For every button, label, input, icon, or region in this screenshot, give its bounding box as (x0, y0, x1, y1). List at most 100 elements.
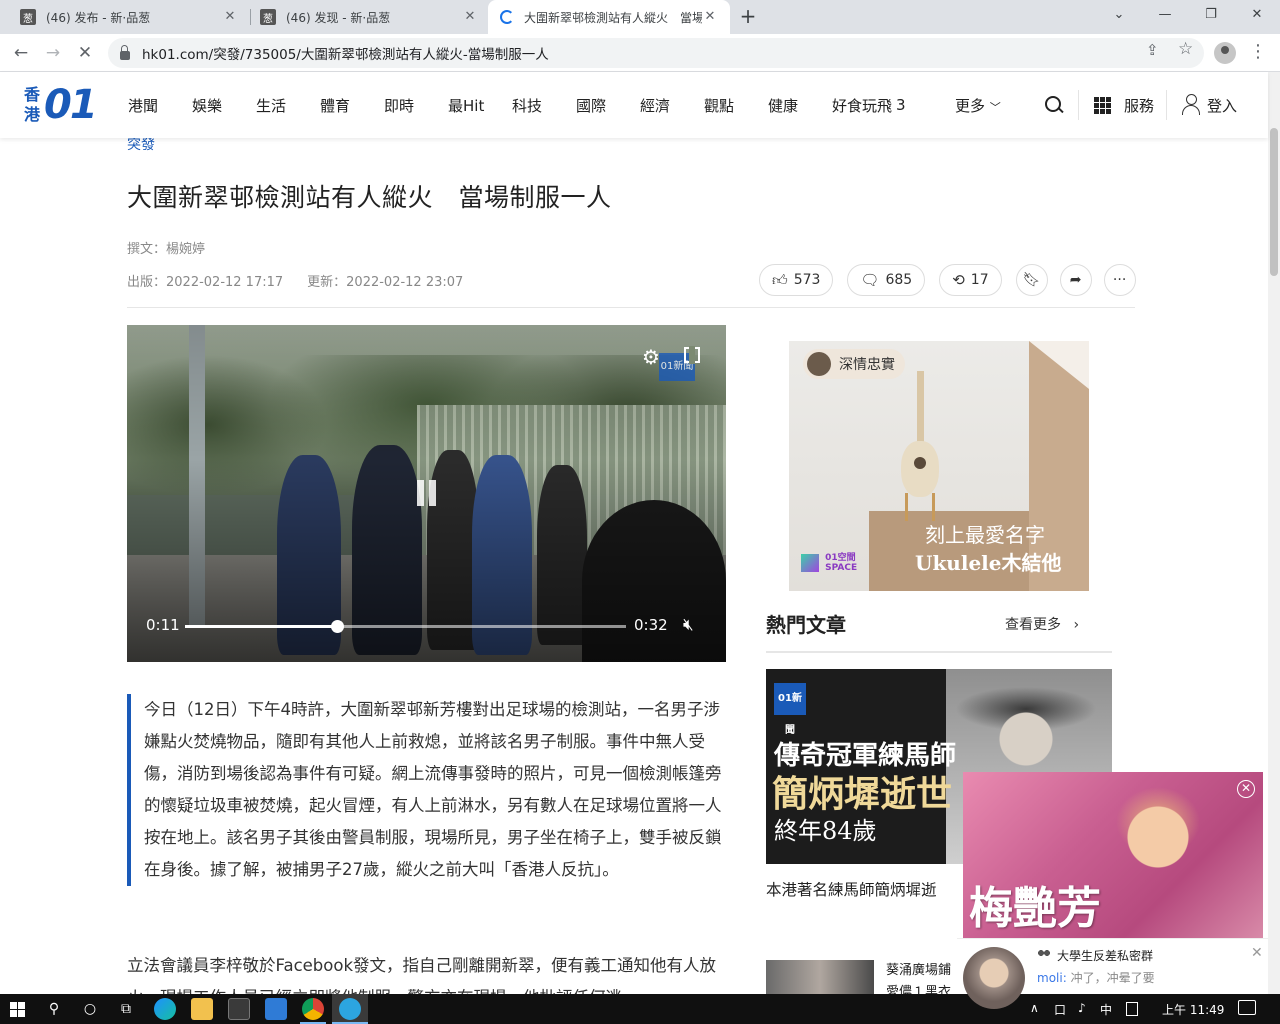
ukulele-ad[interactable]: 深情忠實 刻上最愛名字 Ukulele木結他 01空間 SPACE (789, 341, 1089, 591)
comment-button[interactable]: 🗨︎ 685 (847, 264, 926, 296)
pause-icon[interactable] (415, 480, 439, 506)
muted-speaker-icon[interactable]: 🔇︎ (683, 615, 694, 635)
apps-grid-icon[interactable] (1094, 97, 1111, 114)
hot-article-title[interactable]: 葵涌廣場鋪愛儂１黑衣 (886, 960, 958, 994)
hot-article-title[interactable]: 本港著名練馬師簡炳墀逝 (766, 878, 937, 900)
input-method-icon[interactable] (1126, 1002, 1138, 1016)
chrome-icon[interactable] (302, 998, 324, 1020)
edge-icon[interactable] (154, 998, 176, 1020)
page-scrollbar[interactable] (1268, 72, 1280, 994)
share-icon[interactable]: ⇪ (1146, 41, 1159, 59)
services-button[interactable]: 服務 (1124, 95, 1154, 116)
telegram-icon (339, 998, 361, 1020)
stop-loading-button[interactable]: ✕ (71, 39, 99, 67)
nav-item[interactable]: 生活 (256, 95, 320, 116)
header-divider (1078, 90, 1079, 120)
tab-discover[interactable]: 葱 (46) 发现 - 新·品葱 ✕ (248, 0, 490, 34)
nav-item[interactable]: 觀點 (704, 95, 768, 116)
video-seek-handle[interactable] (330, 620, 344, 633)
hot-article-thumbnail[interactable] (766, 960, 874, 994)
repost-button[interactable]: ⟲ 17 (939, 264, 1002, 296)
group-icon (1037, 950, 1051, 960)
logo-number: 01 (44, 82, 98, 128)
search-icon[interactable]: ⚲ (44, 999, 64, 1019)
tab-publish[interactable]: 葱 (46) 发布 - 新·品葱 ✕ (8, 0, 250, 34)
lock-icon[interactable] (120, 44, 130, 60)
taskbar-clock[interactable]: 上午 11:49 (1162, 1001, 1224, 1018)
nav-item[interactable]: 娛樂 (192, 95, 256, 116)
new-tab-button[interactable]: + (736, 5, 760, 29)
share-arrow-icon: ➦ (1069, 272, 1082, 288)
tab-hk01-article[interactable]: 大圍新翠邨檢測站有人縱火 當場制服一人 ✕ (488, 0, 730, 34)
scrollbar-thumb[interactable] (1270, 128, 1278, 276)
article-headline: 大圍新翠邨檢測站有人縱火 當場制服一人 (127, 183, 612, 212)
comment-icon: 🗨︎ (860, 271, 880, 289)
network-icon[interactable]: 口 (1054, 1001, 1066, 1018)
video-current-time: 0:11 (146, 616, 180, 634)
header-divider-line (127, 307, 1135, 308)
ad-subheadline: Ukulele木結他 (915, 551, 1062, 575)
pincong-favicon-icon: 葱 (260, 9, 276, 25)
volume-icon[interactable]: ♪ (1078, 1001, 1086, 1015)
see-more-link[interactable]: 查看更多 › (1005, 614, 1079, 634)
video-progress-bar[interactable] (185, 620, 626, 633)
tab-close-icon[interactable]: ✕ (222, 9, 238, 25)
fullscreen-icon[interactable] (684, 346, 700, 364)
search-icon[interactable] (1044, 95, 1064, 115)
hk01-logo[interactable]: 香 港 01 (24, 82, 98, 128)
nav-item[interactable]: 科技 (512, 95, 576, 116)
nav-item[interactable]: 港聞 (128, 95, 192, 116)
video-progress-fill (185, 625, 337, 628)
action-center-icon[interactable] (1238, 1000, 1256, 1015)
url-text[interactable]: hk01.com/突發/735005/大圍新翠邨檢測站有人縱火-當場制服一人 (142, 43, 549, 63)
windows-start-icon[interactable] (10, 1002, 25, 1017)
telegram-taskbar-button[interactable] (332, 994, 368, 1024)
more-options-button[interactable]: ··· (1103, 264, 1136, 296)
more-menu-button[interactable]: 更多 ﹀ (955, 95, 1001, 116)
task-view-icon[interactable]: ⧉ (116, 999, 136, 1019)
like-button[interactable]: 👍︎ 573 (759, 264, 834, 296)
windows-taskbar: ⚲ ○ ⧉ ∧ 口 ♪ 中 上午 11:49 (0, 994, 1280, 1024)
restore-button[interactable]: ❐ (1188, 0, 1234, 34)
tray-overflow-icon[interactable]: ∧ (1030, 1001, 1039, 1015)
login-button[interactable]: 登入 (1207, 95, 1237, 116)
nav-item[interactable]: 經濟 (640, 95, 704, 116)
bookmark-button[interactable]: 🔖︎ (1015, 264, 1048, 296)
nav-item[interactable]: 最Hit (448, 95, 512, 116)
video-player[interactable]: 01新聞 ⚙ 0:11 0:32 🔇︎ (127, 325, 726, 662)
nav-item[interactable]: 即時 (384, 95, 448, 116)
tab-search-dropdown-icon[interactable]: ⌄ (1096, 0, 1142, 34)
address-bar[interactable]: hk01.com/突發/735005/大圍新翠邨檢測站有人縱火-當場制服一人 (108, 38, 1204, 68)
chat-notification[interactable]: 大學生反差私密群 moli: 冲了，冲晕了要 ✕ (957, 938, 1268, 1009)
close-window-button[interactable]: ✕ (1234, 0, 1280, 34)
profile-avatar-icon[interactable] (1214, 42, 1236, 64)
store-icon[interactable] (228, 998, 250, 1020)
nav-item[interactable]: 好食玩飛 (832, 95, 896, 116)
browser-menu-icon[interactable]: ⋮ (1248, 39, 1268, 67)
floating-video-ad[interactable]: 梅艷芳 (963, 772, 1263, 938)
tab-close-icon[interactable]: ✕ (702, 9, 718, 25)
file-explorer-icon[interactable] (191, 998, 213, 1020)
tab-close-icon[interactable]: ✕ (462, 9, 478, 25)
bookmark-star-icon[interactable]: ☆ (1178, 39, 1193, 59)
nav-item[interactable]: 國際 (576, 95, 640, 116)
forward-button[interactable]: → (39, 39, 67, 67)
hot-articles-title: 熱門文章 (766, 613, 846, 637)
close-ad-icon[interactable]: ✕ (1237, 780, 1255, 798)
user-icon[interactable] (1181, 94, 1201, 116)
minimize-button[interactable]: — (1142, 0, 1188, 34)
ime-indicator[interactable]: 中 (1100, 1001, 1112, 1018)
more-label: 更多 (955, 97, 986, 115)
share-button[interactable]: ➦ (1059, 264, 1092, 296)
cortana-icon[interactable]: ○ (80, 999, 100, 1019)
nav-item[interactable]: 體育 (320, 95, 384, 116)
gear-icon[interactable]: ⚙ (642, 345, 660, 369)
close-notification-icon[interactable]: ✕ (1251, 945, 1263, 961)
mail-icon[interactable] (265, 998, 287, 1020)
nav-item-truncated[interactable]: 3 (896, 96, 906, 114)
tab-title: 大圍新翠邨檢測站有人縱火 當場制服一人 (524, 10, 702, 25)
nav-item[interactable]: 健康 (768, 95, 832, 116)
ukulele-image (901, 371, 939, 521)
pincong-favicon-icon: 葱 (20, 9, 36, 25)
back-button[interactable]: ← (7, 39, 35, 67)
